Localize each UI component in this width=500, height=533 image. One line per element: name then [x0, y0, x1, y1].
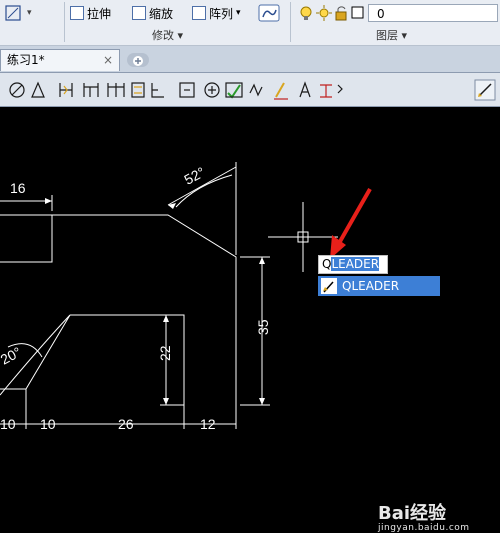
scale-label: 缩放 [149, 6, 174, 21]
modify-panel-title[interactable]: 修改 ▾ [152, 27, 183, 43]
dim-angle-20: 20° [0, 344, 24, 368]
scale-icon [132, 6, 146, 20]
tab-label: 练习1* [7, 53, 45, 67]
array-dropdown-icon[interactable]: ▾ [236, 8, 241, 18]
dimension-tool-icons[interactable] [0, 73, 350, 106]
watermark-brand: Bai经验 [378, 503, 447, 524]
annotation-arrow [330, 188, 372, 259]
dimension-toolbar: ISO-25 ▼ [0, 73, 500, 172]
hatch-icon [258, 4, 280, 22]
suggestion-label: QLEADER [342, 279, 400, 293]
plus-icon [133, 56, 143, 66]
stretch-label: 拉伸 [87, 6, 112, 21]
dim-angle-52: 52° [181, 164, 207, 188]
dim-26: 26 [118, 416, 134, 432]
ribbon: ▾ 拉伸 缩放 阵列 ▾ 修改 ▾ 0 图层 ▾ [0, 0, 500, 46]
dim-16: 16 [10, 180, 26, 196]
tab-drawing[interactable]: 练习1* × [0, 49, 120, 71]
layers-panel-title[interactable]: 图层 ▾ [376, 27, 407, 43]
dynamic-command-input[interactable]: QLEADER [318, 255, 388, 274]
watermark-url: jingyan.baidu.com [378, 523, 470, 533]
scale-button[interactable]: 缩放 [132, 4, 173, 22]
array-icon [192, 6, 206, 20]
dim-10a: 10 [0, 416, 16, 432]
separator [290, 2, 291, 42]
dim-35: 35 [255, 319, 271, 335]
file-tab-bar: 练习1* × [0, 46, 500, 73]
command-suggestion-item[interactable]: QLEADER [318, 276, 440, 296]
layer-state-icons[interactable] [298, 4, 364, 22]
separator [64, 2, 65, 42]
baidu-watermark: Bai经验 jingyan.baidu.com [378, 499, 470, 533]
stretch-button[interactable]: 拉伸 [70, 4, 111, 22]
command-autocomplete-text: LEADER [331, 257, 380, 271]
array-button[interactable]: 阵列 ▾ [192, 4, 241, 22]
new-tab-button[interactable] [127, 53, 149, 67]
dim-10b: 10 [40, 416, 56, 432]
dim-22: 22 [157, 345, 173, 361]
layer-dropdown[interactable]: 0 [368, 4, 498, 22]
layer-toggle-icons [300, 5, 364, 21]
close-icon[interactable]: × [103, 50, 113, 70]
hatch-button[interactable] [258, 4, 280, 22]
array-label: 阵列 [209, 6, 234, 21]
leader-icon [321, 278, 337, 294]
stretch-icon [70, 6, 84, 20]
layer-name: 0 [377, 7, 385, 21]
draw-tool-button[interactable]: ▾ [4, 4, 54, 22]
box-select-icon [5, 5, 21, 21]
dropdown-arrow-icon: ▾ [27, 8, 32, 18]
dim-style-manager-icon[interactable] [474, 79, 496, 101]
dim-12: 12 [200, 416, 216, 432]
